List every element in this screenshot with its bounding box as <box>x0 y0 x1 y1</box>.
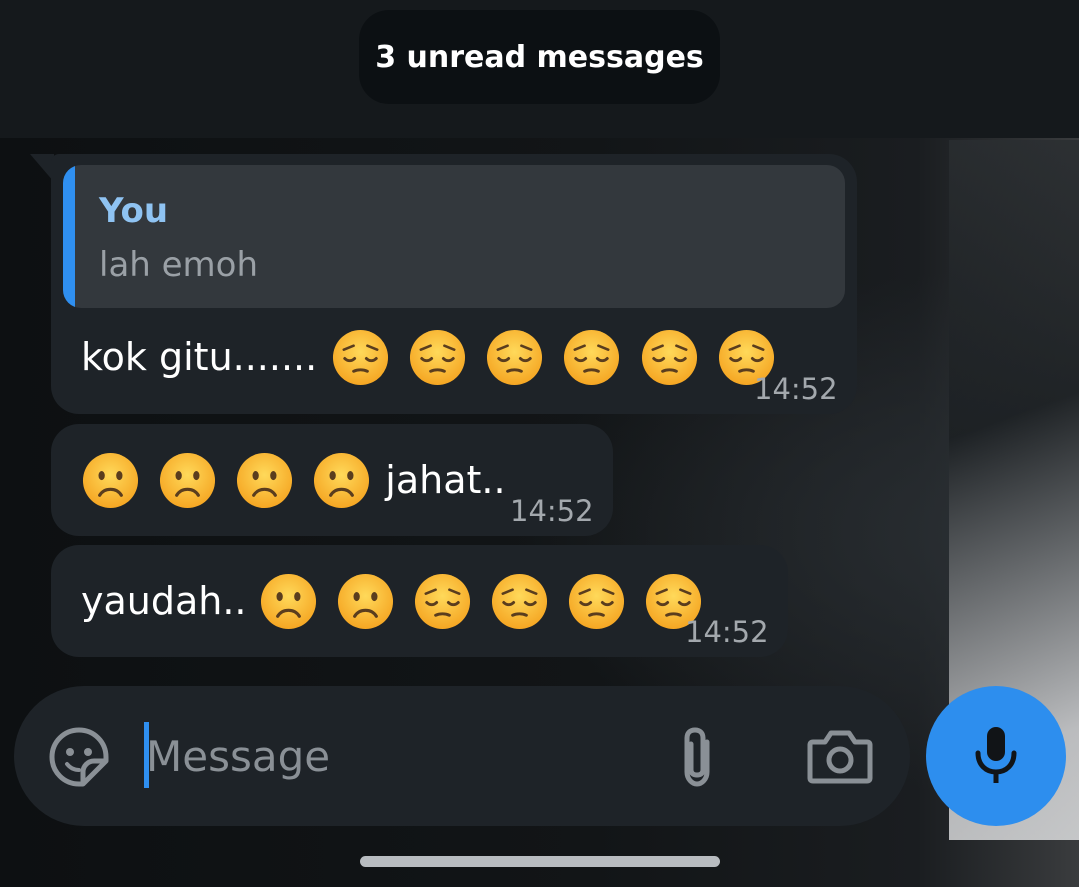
pensive-emoji <box>487 329 543 385</box>
frowning-emoji <box>237 452 293 508</box>
message-content: kok gitu....... <box>81 326 776 388</box>
chat-screen: 3 unread messages You lah emoh kok gitu.… <box>0 0 1079 887</box>
message-text: kok gitu....... <box>81 335 318 379</box>
pensive-emoji <box>333 329 389 385</box>
reply-quote-bar <box>63 165 75 308</box>
emoji-row <box>81 451 371 510</box>
reply-quote[interactable]: You lah emoh <box>63 165 845 308</box>
message-time: 14:52 <box>685 615 769 649</box>
pensive-emoji <box>491 573 547 629</box>
emoji-row <box>331 328 775 387</box>
message-content: yaudah.. <box>81 570 703 632</box>
unread-messages-banner[interactable]: 3 unread messages <box>359 10 720 104</box>
pensive-emoji <box>641 329 697 385</box>
frowning-emoji <box>337 573 393 629</box>
message-time: 14:52 <box>754 372 838 406</box>
message-composer <box>14 686 910 826</box>
frowning-emoji <box>82 452 139 508</box>
pensive-emoji <box>414 573 470 629</box>
reply-sender: You <box>99 191 169 231</box>
message-bubble[interactable]: You lah emoh kok gitu....... 14:52 <box>51 154 857 414</box>
microphone-button[interactable] <box>926 686 1066 826</box>
frowning-emoji <box>314 452 370 508</box>
pensive-emoji <box>410 329 466 385</box>
message-bubble[interactable]: yaudah.. 14:52 <box>51 545 788 657</box>
camera-icon[interactable] <box>807 728 873 784</box>
message-time: 14:52 <box>510 494 594 528</box>
home-indicator[interactable] <box>360 856 720 867</box>
sticker-icon[interactable] <box>48 726 110 788</box>
pensive-emoji <box>564 329 620 385</box>
frowning-emoji <box>260 573 316 629</box>
pensive-emoji <box>568 573 624 629</box>
message-content: jahat.. <box>81 449 506 511</box>
unread-label: 3 unread messages <box>375 39 704 75</box>
frowning-emoji <box>160 452 216 508</box>
message-text: yaudah.. <box>81 579 247 623</box>
reply-text: lah emoh <box>99 245 259 285</box>
message-text: jahat.. <box>385 458 506 502</box>
emoji-row <box>259 572 703 631</box>
message-input[interactable] <box>146 716 626 796</box>
paperclip-icon[interactable] <box>674 724 720 790</box>
microphone-icon <box>975 727 1017 783</box>
message-bubble[interactable]: jahat.. 14:52 <box>51 424 613 536</box>
